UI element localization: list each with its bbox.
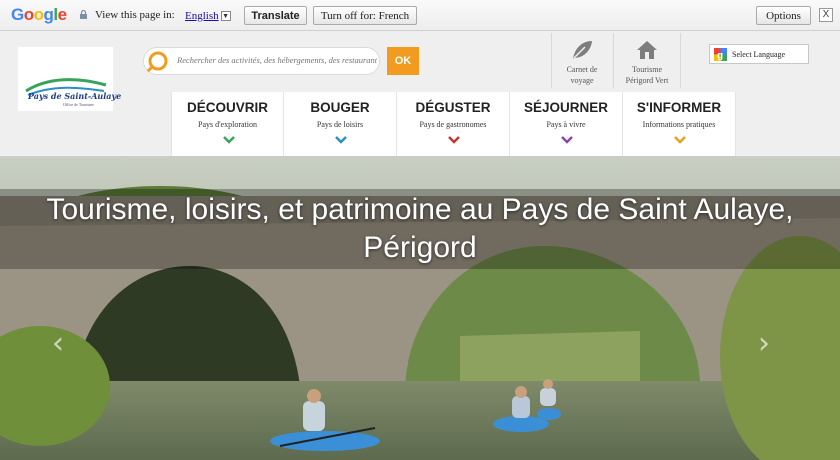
quick-link-label-line1: Carnet de: [566, 65, 598, 74]
nav-title: SÉJOURNER: [523, 100, 609, 115]
chevron-down-icon: [674, 136, 686, 144]
divider: [680, 33, 681, 88]
site-logo[interactable]: Pays de Saint-Aulaye Office de Tourisme: [18, 47, 121, 111]
main-nav: DÉCOUVRIR Pays d'exploration BOUGER Pays…: [171, 92, 738, 156]
nav-subtitle: Pays d'exploration: [198, 120, 257, 129]
hero-slideshow: Tourisme, loisirs, et patrimoine au Pays…: [0, 156, 840, 460]
options-button[interactable]: Options: [756, 6, 811, 25]
nav-item-decouvrir[interactable]: DÉCOUVRIR Pays d'exploration: [171, 92, 284, 156]
nav-subtitle: Pays de gastronomes: [419, 120, 487, 129]
logo-text: Pays de Saint-Aulaye: [28, 91, 122, 101]
language-dropdown[interactable]: English ▼: [185, 8, 231, 23]
dropdown-arrow-icon: ▼: [220, 10, 231, 21]
search-box[interactable]: [143, 47, 380, 75]
chevron-down-icon: [448, 136, 460, 144]
chevron-down-icon: [335, 136, 347, 144]
nav-subtitle: Pays de loisirs: [316, 120, 364, 129]
leaf-icon: [573, 41, 592, 59]
search-input[interactable]: [177, 55, 377, 65]
search-icon: [145, 51, 168, 74]
svg-text:g: g: [717, 51, 723, 62]
nav-title: S'INFORMER: [636, 100, 722, 115]
language-value: English: [185, 9, 219, 22]
turn-off-button[interactable]: Turn off for: French: [313, 6, 417, 25]
logo-subtext: Office de Tourisme: [63, 102, 94, 107]
select-language-label: Select Language: [732, 49, 786, 59]
chevron-down-icon: [561, 136, 573, 144]
select-language-dropdown[interactable]: g Select Language: [709, 44, 809, 64]
quick-link-tourisme[interactable]: Tourisme Périgord Vert: [617, 37, 677, 89]
google-g-icon: g: [714, 48, 727, 61]
nav-item-deguster[interactable]: DÉGUSTER Pays de gastronomes: [397, 92, 510, 156]
quick-link-label-line2: voyage: [570, 76, 594, 85]
chevron-down-icon: [223, 136, 235, 144]
quick-link-label-line2: Périgord Vert: [625, 76, 669, 85]
search-ok-button[interactable]: OK: [387, 47, 419, 75]
nav-title: DÉCOUVRIR: [186, 100, 268, 115]
google-translate-bar: Google View this page in: English ▼ Tran…: [0, 0, 840, 31]
nav-item-bouger[interactable]: BOUGER Pays de loisirs: [284, 92, 397, 156]
quick-link-carnet[interactable]: Carnet de voyage: [552, 37, 612, 89]
nav-item-sejourner[interactable]: SÉJOURNER Pays à vivre: [510, 92, 623, 156]
nav-subtitle: Informations pratiques: [642, 120, 716, 129]
lock-icon: [80, 10, 87, 19]
google-logo: Google: [11, 5, 67, 24]
hero-title: Tourisme, loisirs, et patrimoine au Pays…: [46, 193, 794, 264]
house-icon: [637, 41, 657, 59]
nav-title: DÉGUSTER: [415, 100, 491, 115]
nav-title: BOUGER: [310, 100, 370, 115]
nav-subtitle: Pays à vivre: [546, 120, 586, 129]
translate-button[interactable]: Translate: [244, 6, 307, 25]
quick-link-label-line1: Tourisme: [631, 65, 663, 74]
view-page-label: View this page in:: [95, 9, 175, 21]
slider-prev-arrow-icon[interactable]: ‹: [52, 329, 64, 359]
close-icon[interactable]: X: [819, 8, 833, 22]
nav-item-sinformer[interactable]: S'INFORMER Informations pratiques: [623, 92, 736, 156]
divider: [613, 33, 614, 88]
slider-next-arrow-icon[interactable]: ›: [758, 329, 770, 359]
